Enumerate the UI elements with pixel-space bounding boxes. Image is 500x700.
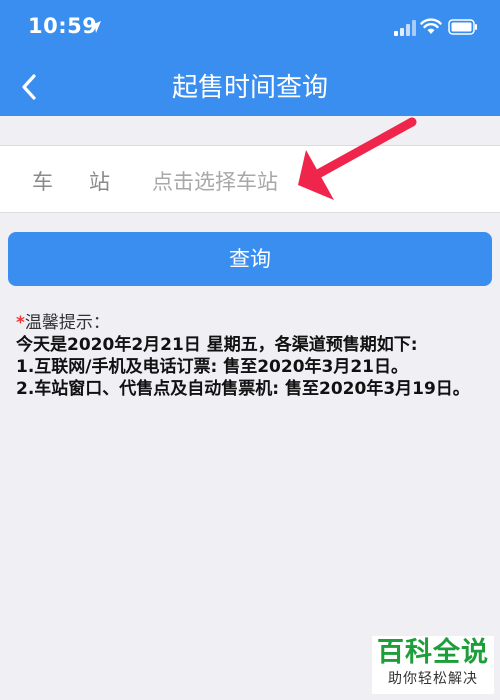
watermark-logo: 百科全说 助你轻松解决 (372, 636, 494, 694)
watermark-sub: 助你轻松解决 (388, 671, 478, 687)
notice-line: 2.车站窗口、代售点及自动售票机: 售至2020年3月19日。 (16, 379, 470, 399)
asterisk-icon: * (16, 313, 25, 333)
station-label: 车站 (32, 170, 146, 194)
wifi-icon (420, 18, 442, 34)
location-arrow-icon (89, 21, 101, 33)
station-select-field[interactable]: 点击选择车站 (152, 166, 278, 196)
top-bar: 10:59 起售时间查询 (0, 0, 500, 116)
battery-icon (448, 19, 477, 35)
notice-title-text: 温馨提示： (24, 313, 110, 333)
watermark-main: 百科全说 (377, 637, 489, 668)
status-time: 10:59 (28, 14, 98, 38)
notice-title: *温馨提示： (16, 312, 486, 334)
cellular-signal-icon (394, 20, 416, 36)
query-button[interactable]: 查询 (8, 232, 492, 286)
notice: *温馨提示： 今天是2020年2月21日 星期五，各渠道预售期如下: 1.互联网… (16, 312, 486, 400)
page-title: 起售时间查询 (171, 73, 328, 103)
annotation-arrow-icon (298, 117, 417, 200)
notice-line: 1.互联网/手机及电话订票: 售至2020年3月21日。 (16, 357, 409, 377)
notice-line: 今天是2020年2月21日 星期五，各渠道预售期如下: (16, 335, 418, 355)
